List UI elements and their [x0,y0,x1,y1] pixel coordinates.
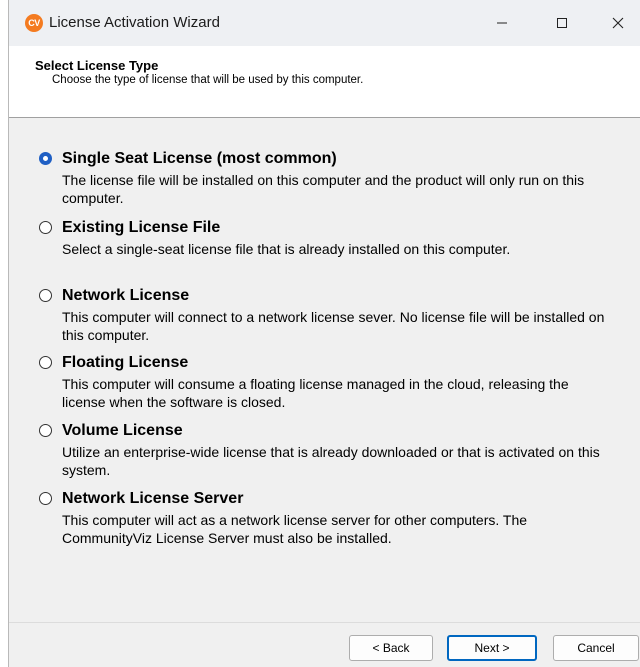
radio-floating-license[interactable] [39,356,52,369]
radio-volume-license[interactable] [39,424,52,437]
next-button[interactable]: Next > [447,635,537,661]
maximize-button[interactable] [539,0,585,46]
maximize-icon [557,18,567,28]
option-description: This computer will act as a network lice… [62,512,528,546]
option-description: Select a single-seat license file that i… [62,241,511,257]
window-title: License Activation Wizard [49,14,220,31]
option-label[interactable]: Floating License [62,354,188,372]
page-title: Select License Type [35,58,159,73]
option-label[interactable]: Network License [62,287,189,305]
page-subtitle: Choose the type of license that will be … [52,74,364,86]
wizard-header: Select License Type Choose the type of l… [9,46,640,118]
option-label[interactable]: Existing License File [62,219,220,237]
option-description: This computer will connect to a network … [62,309,605,343]
radio-network-license-server[interactable] [39,492,52,505]
option-description: This computer will consume a floating li… [62,376,569,410]
close-button[interactable] [595,0,640,46]
option-label[interactable]: Volume License [62,422,183,440]
minimize-button[interactable] [479,0,525,46]
close-icon [612,17,624,29]
footer-divider [9,622,640,623]
radio-existing-license-file[interactable] [39,221,52,234]
option-label[interactable]: Single Seat License (most common) [62,150,337,168]
license-wizard-window: CV License Activation Wizard Select Lice… [8,0,640,667]
app-logo-icon: CV [25,14,43,32]
radio-single-seat[interactable] [39,152,52,165]
title-bar[interactable]: CV License Activation Wizard [9,0,640,46]
option-description: Utilize an enterprise-wide license that … [62,444,600,478]
option-label[interactable]: Network License Server [62,490,243,508]
minimize-icon [497,22,507,24]
back-button[interactable]: < Back [349,635,433,661]
option-description: The license file will be installed on th… [62,172,585,206]
cancel-button[interactable]: Cancel [553,635,639,661]
radio-network-license[interactable] [39,289,52,302]
